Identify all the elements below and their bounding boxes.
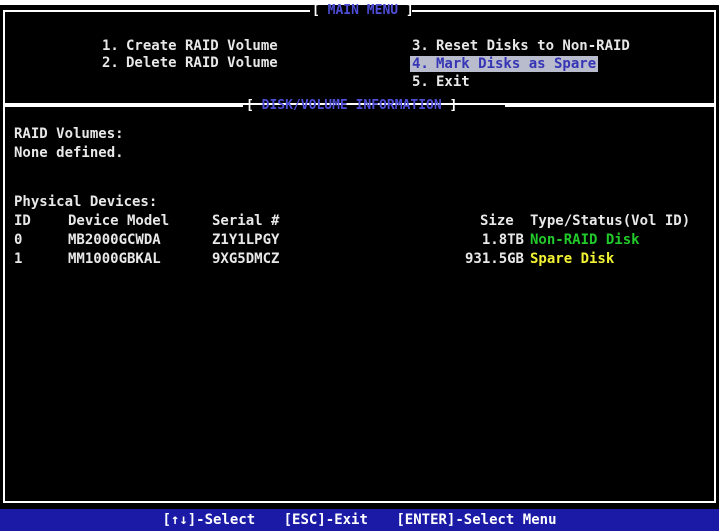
device-0-size: 1.8TB	[481, 232, 524, 248]
menu-item-exit[interactable]: 5. Exit	[412, 74, 470, 91]
device-0-model: MB2000GCWDA	[68, 232, 161, 248]
menu-item-create-raid-volume[interactable]: 1. Create RAID Volume	[102, 38, 278, 55]
device-1-model: MM1000GBKAL	[68, 251, 161, 267]
menu-item-mark-disks-spare[interactable]: 4. Mark Disks as Spare	[410, 56, 599, 73]
column-header-type-status: Type/Status(Vol ID)	[530, 213, 691, 229]
device-0-status: Non-RAID Disk	[530, 232, 640, 248]
device-1-size: 931.5GB	[464, 251, 524, 267]
disk-volume-info-panel	[3, 105, 716, 503]
info-border-left	[3, 105, 243, 107]
device-1-serial: 9XG5DMCZ	[212, 251, 280, 267]
exit-hint: [ESC]-Exit	[283, 512, 368, 528]
menu-item-reset-disks[interactable]: 3. Reset Disks to Non-RAID	[412, 38, 630, 55]
column-header-id: ID	[14, 213, 31, 229]
main-menu-title: [ MAIN MENU ]	[312, 3, 414, 18]
menu-item-delete-raid-volume[interactable]: 2. Delete RAID Volume	[102, 55, 278, 72]
raid-volumes-heading: RAID Volumes:	[14, 126, 124, 142]
raid-volumes-value: None defined.	[14, 145, 124, 161]
physical-devices-heading: Physical Devices:	[14, 194, 158, 210]
select-hint: [↑↓]-Select	[162, 512, 256, 528]
disk-info-title: [ DISK/VOLUME INFORMATION ]	[246, 98, 458, 113]
device-1-status: Spare Disk	[530, 251, 615, 267]
main-menu-border-right	[412, 10, 716, 12]
column-header-device-model: Device Model	[68, 213, 170, 229]
device-0-serial: Z1Y1LPGY	[212, 232, 280, 248]
column-header-serial: Serial #	[212, 213, 280, 229]
key-hint-bar: [↑↓]-Select [ESC]-Exit [ENTER]-Select Me…	[0, 509, 719, 531]
enter-hint: [ENTER]-Select Menu	[396, 512, 557, 528]
device-1-id: 1	[14, 251, 23, 267]
column-header-size: Size	[480, 213, 514, 229]
device-0-id: 0	[14, 232, 23, 248]
info-border-right	[505, 105, 716, 107]
main-menu-border-left	[3, 10, 310, 12]
